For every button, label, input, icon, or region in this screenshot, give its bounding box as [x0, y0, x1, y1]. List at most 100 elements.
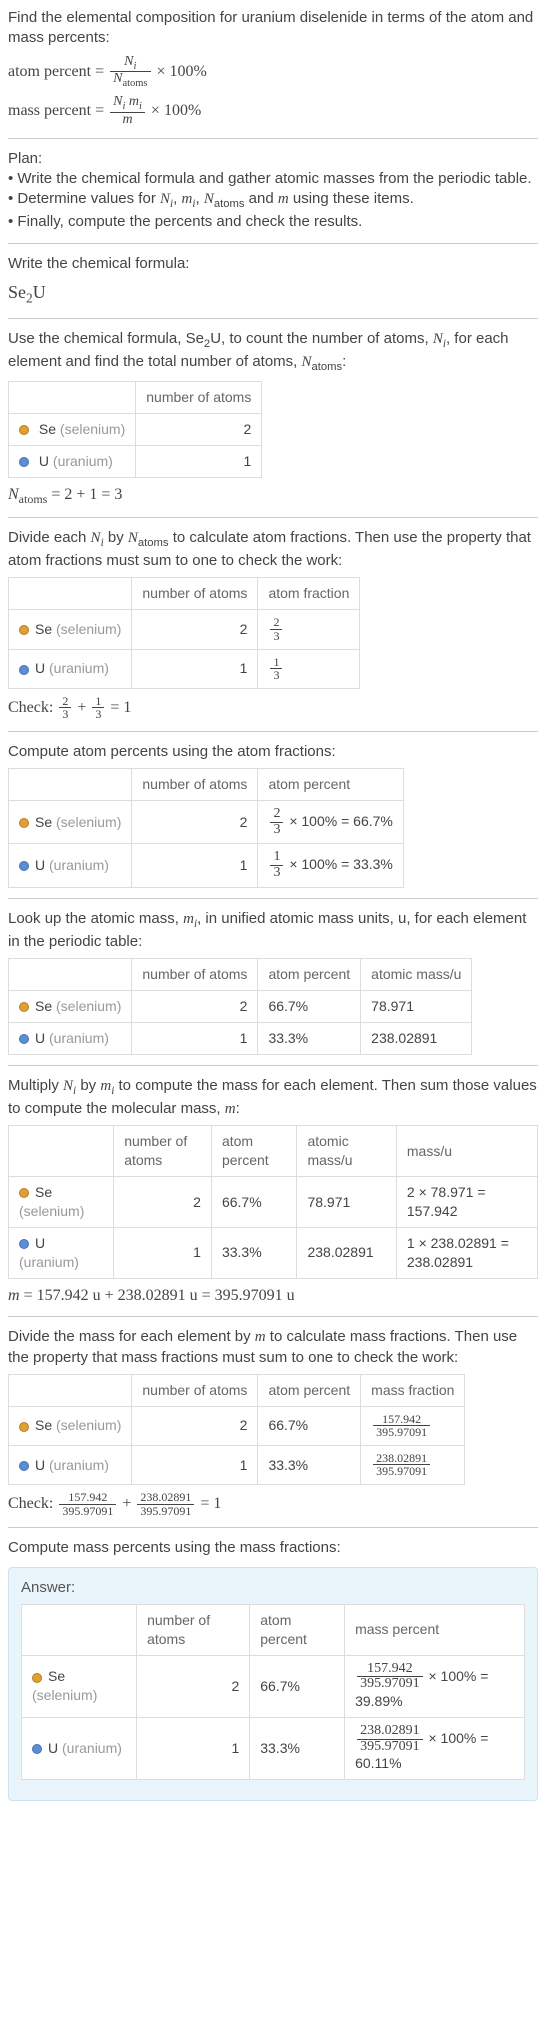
atom-percent-table: number of atomsatom percent Se (selenium… [8, 768, 404, 888]
mass-mul-text: Multiply Ni by mi to compute the mass fo… [8, 1076, 538, 1119]
mass-fraction-check: Check: 157.942395.97091 + 238.02891395.9… [8, 1491, 538, 1517]
se-n: 2 [114, 1177, 212, 1228]
se-pct: 66.7% [258, 991, 361, 1023]
count-d: : [342, 353, 346, 370]
header-atomic-mass: atomic mass/u [361, 959, 472, 991]
mass-percent-text: Compute mass percents using the mass fra… [8, 1538, 538, 1558]
table-row: U (uranium) 1 13 [9, 649, 360, 688]
element-dot-icon [19, 1188, 29, 1198]
element-dot-icon [32, 1673, 42, 1683]
element-dot-icon [32, 1744, 42, 1754]
u-n: 1 [132, 649, 258, 688]
intro-text: Find the elemental composition for urani… [8, 8, 538, 49]
se-n: 2 [132, 1406, 258, 1445]
se-mu: 2 × 78.971 = 157.942 [396, 1177, 537, 1228]
se-mass-fraction: 157.942395.97091 [361, 1406, 465, 1445]
u-pct: 33.3% [258, 1023, 361, 1055]
divider [8, 1316, 538, 1317]
u-mass-percent: 238.02891395.97091 × 100% = 60.11% [345, 1717, 525, 1779]
divider [8, 318, 538, 319]
se-pct: 66.7% [258, 1406, 361, 1445]
se-mass-percent: 157.942395.97091 × 100% = 39.89% [345, 1655, 525, 1717]
element-symbol: U [35, 1235, 45, 1251]
chemical-formula: Se2U [8, 280, 538, 308]
element-dot-icon [19, 457, 29, 467]
header-atom-percent: atom percent [258, 959, 361, 991]
table-row: Se (selenium) 2 66.7% 78.971 2 × 78.971 … [9, 1177, 538, 1228]
se-atom-count: 2 [136, 413, 262, 445]
atom-fraction-table: number of atoms atom fraction Se (seleni… [8, 577, 360, 688]
table-row: U (uranium) 1 33.3% 238.02891 1 × 238.02… [9, 1227, 538, 1278]
u-mass: 238.02891 [361, 1023, 472, 1055]
natoms-sum: Natoms = 2 + 1 = 3 [8, 484, 538, 507]
mass-percent-formula: mass percent = Ni mi m × 100% [8, 95, 538, 128]
element-symbol: U [35, 1457, 45, 1473]
plan-bullet-1: • Write the chemical formula and gather … [8, 169, 538, 189]
se-atom-fraction: 23 [258, 610, 360, 649]
element-dot-icon [19, 625, 29, 635]
header-number-of-atoms: number of atoms [132, 1374, 258, 1406]
table-row: Se (selenium) 2 [9, 413, 262, 445]
u-mass-fraction: 238.02891395.97091 [361, 1445, 465, 1484]
element-name: (uranium) [49, 1030, 109, 1046]
answer-table: number of atomsatom percentmass percent … [21, 1604, 525, 1780]
se-mass: 78.971 [361, 991, 472, 1023]
element-dot-icon [19, 665, 29, 675]
element-dot-icon [19, 1422, 29, 1432]
count-atoms-text: Use the chemical formula, Se2U, to count… [8, 329, 538, 375]
se-atom-percent: 23 × 100% = 66.7% [258, 801, 403, 844]
header-atom-percent: atom percent [211, 1126, 297, 1177]
header-atom-percent: atom percent [258, 1374, 361, 1406]
count-b: U, to count the number of atoms, [210, 330, 433, 347]
element-symbol: Se [39, 421, 56, 437]
element-symbol: Se [35, 1184, 52, 1200]
u-n: 1 [137, 1717, 250, 1779]
element-symbol: Se [35, 814, 52, 830]
atom-percent-fraction: Ni Natoms [110, 55, 150, 90]
table-row: Se (selenium) 2 66.7% 157.942395.97091 ×… [22, 1655, 525, 1717]
divider [8, 731, 538, 732]
header-atom-percent: atom percent [250, 1604, 345, 1655]
element-name: (uranium) [49, 857, 109, 873]
atom-fraction-check: Check: 23 + 13 = 1 [8, 695, 538, 721]
times-100-b: × 100% [151, 102, 201, 119]
atom-percent-formula: atom percent = Ni Natoms × 100% [8, 55, 538, 90]
table-row: U (uranium) 1 13 × 100% = 33.3% [9, 844, 404, 887]
divider [8, 243, 538, 244]
atom-percent-text: Compute atom percents using the atom fra… [8, 742, 538, 762]
element-name: (uranium) [53, 453, 113, 469]
u-atom-count: 1 [136, 445, 262, 477]
table-row: Se (selenium) 2 23 × 100% = 66.7% [9, 801, 404, 844]
table-row: U (uranium) 1 [9, 445, 262, 477]
element-dot-icon [19, 861, 29, 871]
divider [8, 138, 538, 139]
mass-per-element-table: number of atomsatom percentatomic mass/u… [8, 1125, 538, 1278]
u-pct: 33.3% [250, 1717, 345, 1779]
header-atom-fraction: atom fraction [258, 578, 360, 610]
plan-block: Plan: • Write the chemical formula and g… [8, 149, 538, 233]
table-header-row: number of atoms [9, 382, 262, 414]
header-number-of-atoms: number of atoms [136, 382, 262, 414]
element-name: (uranium) [49, 660, 109, 676]
table-row: U (uranium) 1 33.3% 238.02891395.97091 ×… [22, 1717, 525, 1779]
header-mass-fraction: mass fraction [361, 1374, 465, 1406]
se-n: 2 [132, 801, 258, 844]
element-name: (selenium) [32, 1687, 97, 1703]
divider [8, 1065, 538, 1066]
table-row: Se (selenium) 2 66.7% 157.942395.97091 [9, 1406, 465, 1445]
element-symbol: U [39, 453, 49, 469]
header-number-of-atoms: number of atoms [132, 769, 258, 801]
table-row: U (uranium) 1 33.3% 238.02891395.97091 [9, 1445, 465, 1484]
u-n: 1 [132, 1445, 258, 1484]
atomic-mass-table: number of atomsatom percentatomic mass/u… [8, 958, 472, 1055]
header-mass-percent: mass percent [345, 1604, 525, 1655]
element-symbol: Se [48, 1668, 65, 1684]
element-name: (selenium) [56, 621, 121, 637]
element-name: (uranium) [49, 1457, 109, 1473]
element-symbol: Se [35, 1417, 52, 1433]
u-atom-fraction: 13 [258, 649, 360, 688]
plan-bullet-2: • Determine values for Ni, mi, Natoms an… [8, 189, 538, 212]
mass-fraction-table: number of atomsatom percentmass fraction… [8, 1374, 465, 1485]
se-n: 2 [137, 1655, 250, 1717]
se-n: 2 [132, 610, 258, 649]
